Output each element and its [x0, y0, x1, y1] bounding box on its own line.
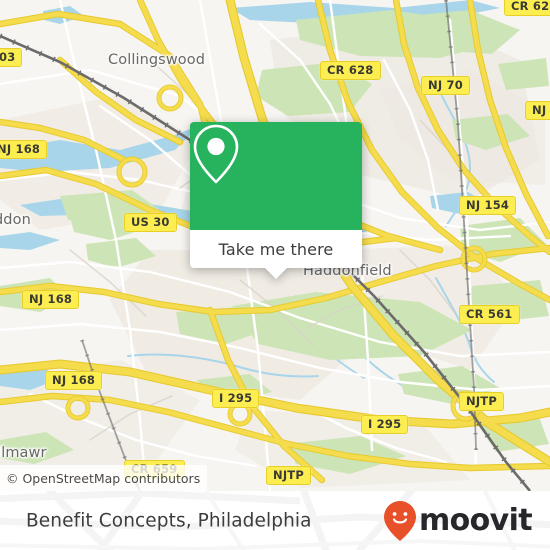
- route-shield: CR 626: [504, 0, 550, 16]
- route-shield: NJ 168: [45, 371, 103, 390]
- popup-pointer: [265, 268, 287, 279]
- route-shield: 03: [0, 48, 23, 67]
- route-shield: NJTP: [459, 392, 504, 411]
- popup-header: [190, 122, 362, 230]
- location-popup-card[interactable]: Take me there: [190, 122, 362, 279]
- osm-attribution[interactable]: © OpenStreetMap contributors: [0, 465, 207, 491]
- route-shield: I 295: [361, 415, 409, 434]
- map-canvas[interactable]: .landuse{fill:#ece8e0;} .resid{fill:#eee…: [0, 0, 550, 491]
- route-shield: NJTP: [266, 466, 311, 485]
- moovit-pin-icon: [383, 500, 416, 541]
- route-shield: CR 561: [459, 305, 520, 324]
- route-shield: NJ 70: [525, 101, 550, 120]
- map-place-label: Bellmawr: [0, 445, 47, 461]
- map-place-label: Haddon: [0, 212, 31, 228]
- moovit-wordmark: moovit: [418, 502, 533, 538]
- route-shield: CR 628: [320, 61, 381, 80]
- route-shield: US 30: [124, 213, 177, 232]
- moovit-logo[interactable]: moovit: [383, 500, 533, 542]
- take-me-there-label: Take me there: [218, 239, 334, 259]
- map-screenshot: .landuse{fill:#ece8e0;} .resid{fill:#eee…: [0, 0, 550, 550]
- osm-attribution-text: © OpenStreetMap contributors: [6, 470, 201, 486]
- footer-bar: Benefit Concepts, Philadelphia moovit: [0, 491, 550, 550]
- map-place-label: Collingswood: [108, 52, 206, 68]
- route-shield: NJ 168: [0, 140, 48, 159]
- route-shield: NJ 70: [421, 76, 470, 95]
- popup-action-bar[interactable]: Take me there: [190, 230, 362, 279]
- page-title: Benefit Concepts, Philadelphia: [26, 510, 312, 531]
- route-shield: NJ 154: [459, 196, 517, 215]
- route-shield: NJ 168: [22, 290, 80, 309]
- map-pin-icon: [193, 124, 239, 184]
- route-shield: I 295: [212, 389, 260, 408]
